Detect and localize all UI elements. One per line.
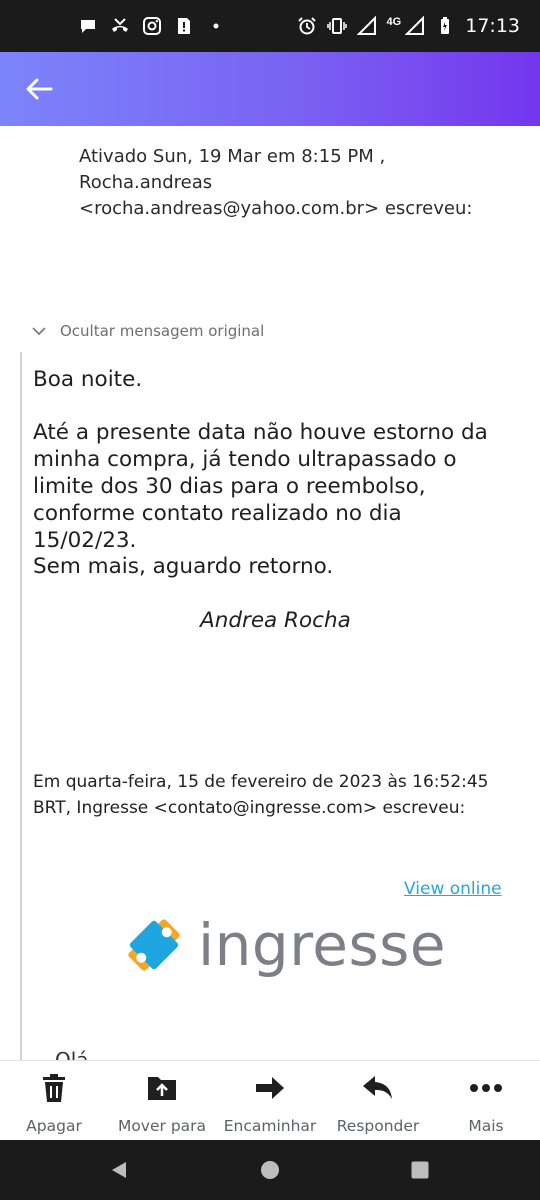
ingresse-logo: ingresse	[122, 910, 446, 980]
email-content[interactable]: Ativado Sun, 19 Mar em 8:15 PM , Rocha.a…	[0, 126, 540, 1060]
clock: 17:13	[465, 15, 520, 37]
more-button[interactable]: Mais	[432, 1061, 540, 1140]
email-greeting-partial: Olá	[55, 1048, 89, 1060]
battery-icon	[435, 16, 455, 36]
nav-back-button[interactable]	[108, 1159, 130, 1181]
quote-bar	[20, 352, 22, 1060]
chat-bubble-icon	[78, 16, 98, 36]
arrow-left-icon	[25, 77, 53, 101]
app-bar	[0, 52, 540, 126]
more-icon	[469, 1071, 503, 1105]
signal-icon	[405, 16, 425, 36]
instagram-icon	[142, 16, 162, 36]
logo-text: ingresse	[198, 911, 447, 979]
quote-header-line: <rocha.andreas@yahoo.com.br> escreveu:	[79, 198, 473, 219]
system-nav-bar	[0, 1140, 540, 1200]
home-circle-icon	[260, 1160, 280, 1180]
reply-button[interactable]: Responder	[324, 1061, 432, 1140]
network-type-label: 4G	[386, 16, 402, 28]
message-closing: Sem mais, aguardo retorno.	[33, 554, 334, 579]
back-button[interactable]	[22, 72, 56, 106]
message-greeting: Boa noite.	[33, 367, 143, 392]
reply-icon	[361, 1071, 395, 1105]
delete-button[interactable]: Apagar	[0, 1061, 108, 1140]
action-label: Apagar	[26, 1117, 82, 1135]
action-label: Encaminhar	[223, 1117, 317, 1135]
quote-header-line: Rocha.andreas	[79, 172, 213, 193]
move-to-folder-icon	[145, 1071, 179, 1105]
action-label: Responder	[336, 1117, 420, 1135]
signal-icon	[356, 16, 377, 36]
alert-icon	[174, 16, 194, 36]
ticket-logo-icon	[122, 913, 186, 977]
move-to-button[interactable]: Mover para	[108, 1061, 216, 1140]
view-online-link[interactable]: View online	[404, 879, 502, 899]
status-bar: 4G 17:13	[0, 0, 540, 52]
quote-header-line: Ativado Sun, 19 Mar em 8:15 PM ,	[79, 146, 386, 167]
nav-recents-button[interactable]	[409, 1159, 431, 1181]
reply-quote-header: Ativado Sun, 19 Mar em 8:15 PM , Rocha.a…	[79, 144, 519, 222]
forward-button[interactable]: Encaminhar	[216, 1061, 324, 1140]
nav-home-button[interactable]	[259, 1159, 281, 1181]
hide-original-label: Ocultar mensagem original	[60, 322, 265, 340]
vibrate-icon	[326, 16, 347, 36]
action-label: Mais	[468, 1117, 504, 1135]
trash-icon	[37, 1071, 71, 1105]
forwarded-header-line: BRT, Ingresse <contato@ingresse.com> esc…	[33, 798, 466, 818]
alarm-icon	[297, 16, 317, 36]
recents-square-icon	[410, 1160, 430, 1180]
dot-icon	[206, 16, 226, 36]
forward-icon	[253, 1071, 287, 1105]
message-signature: Andrea Rocha	[200, 608, 351, 633]
message-body: Até a presente data não houve estorno da…	[33, 420, 488, 553]
forwarded-header-line: Em quarta-feira, 15 de fevereiro de 2023…	[33, 772, 489, 792]
missed-call-icon	[110, 16, 130, 36]
action-label: Mover para	[117, 1117, 207, 1135]
bottom-action-bar: Apagar Mover para Encaminhar Responder M…	[0, 1060, 540, 1140]
chevron-down-icon	[32, 326, 46, 336]
back-triangle-icon	[109, 1160, 129, 1180]
forwarded-header: Em quarta-feira, 15 de fevereiro de 2023…	[33, 769, 513, 821]
hide-original-toggle[interactable]: Ocultar mensagem original	[32, 320, 264, 342]
